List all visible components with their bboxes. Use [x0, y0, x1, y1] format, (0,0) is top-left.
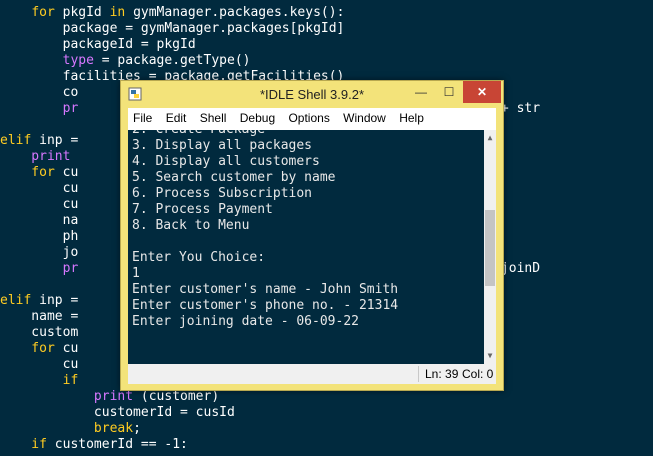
code-token: = package.getType() — [93, 53, 251, 68]
code-line: co — [0, 85, 79, 101]
menu-edit[interactable]: Edit — [161, 108, 192, 130]
console-line: 1 — [132, 266, 140, 281]
code-token: cu — [0, 181, 79, 196]
code-line: print — [0, 149, 70, 165]
idle-shell-window[interactable]: *IDLE Shell 3.9.2* — ☐ ✕ File Edit Shell… — [120, 80, 504, 391]
code-token: package = gymManager.packages[pkgId] — [0, 21, 345, 36]
code-token: ; — [133, 421, 141, 436]
code-line: type = package.getType() — [0, 53, 251, 69]
close-button[interactable]: ✕ — [463, 81, 501, 103]
menu-debug[interactable]: Debug — [235, 108, 280, 130]
code-token: cu — [54, 341, 79, 356]
code-line: for cu — [0, 165, 78, 181]
menu-file[interactable]: File — [128, 108, 157, 130]
code-line: ph — [0, 229, 79, 245]
code-token: elif — [0, 133, 32, 148]
code-line: for cu — [0, 341, 78, 357]
console-line: 7. Process Payment — [132, 202, 273, 217]
menu-shell[interactable]: Shell — [195, 108, 232, 130]
status-column-number: Col: 0 — [462, 367, 494, 381]
code-token: (customer) — [133, 389, 220, 404]
code-token: cu — [0, 197, 79, 212]
code-token: co — [0, 85, 79, 100]
code-token: packageId = pkgId — [0, 37, 196, 52]
menu-options[interactable]: Options — [283, 108, 334, 130]
code-token: for — [0, 341, 55, 356]
code-token: ph — [0, 229, 79, 244]
code-line: elif inp = — [0, 133, 78, 149]
console-line: 2. Create Package — [132, 130, 265, 138]
code-line: elif inp = — [0, 293, 78, 309]
code-line: if customerId == -1: — [0, 437, 188, 453]
code-token: name = — [0, 309, 79, 324]
code-token: type — [62, 53, 94, 68]
status-line-number: Ln: 39 — [425, 367, 459, 381]
code-token: print — [93, 389, 134, 404]
code-token: custom — [0, 325, 79, 340]
code-token: customerId = cusId — [0, 405, 235, 420]
code-line: custom — [0, 325, 78, 341]
console-line: Enter You Choice: — [132, 250, 266, 265]
scroll-down-arrow-icon[interactable]: ▼ — [484, 350, 496, 362]
status-bar: Ln: 39 Col: 0 — [128, 364, 496, 384]
code-line: package = gymManager.packages[pkgId] — [0, 21, 345, 37]
code-line: name = — [0, 309, 78, 325]
status-divider — [418, 366, 419, 382]
code-line: na — [0, 213, 79, 229]
console-line: 6. Process Subscription — [132, 186, 313, 201]
console-line: 3. Display all packages — [132, 138, 313, 153]
code-token: jo — [0, 245, 79, 260]
code-token: inp = — [31, 133, 79, 148]
console-line: Enter joining date - 06-09-22 — [132, 314, 359, 329]
code-line: cu — [0, 197, 79, 213]
console-line: Enter customer's name - John Smith — [132, 282, 399, 297]
code-token: gymManager.packages.keys(): — [125, 5, 345, 20]
code-line: if — [0, 373, 79, 389]
minimize-button[interactable]: — — [407, 81, 435, 103]
code-token: if — [0, 373, 79, 388]
code-token: elif — [0, 293, 32, 308]
shell-console[interactable]: 2. Create Package 3. Display all package… — [128, 130, 484, 364]
code-token: break — [0, 421, 134, 436]
code-token: customerId == -1: — [46, 437, 188, 452]
console-line: Enter customer's phone no. - 21314 — [132, 298, 399, 313]
code-token: cu — [54, 165, 79, 180]
code-token: for — [31, 5, 55, 20]
console-line: 4. Display all customers — [132, 154, 320, 169]
scroll-thumb[interactable] — [485, 210, 495, 286]
code-token: pkgId — [54, 5, 110, 20]
code-line: cu — [0, 357, 79, 373]
console-line: 5. Search customer by name — [132, 170, 336, 185]
code-token: inp = — [31, 293, 79, 308]
menu-bar: File Edit Shell Debug Options Window Hel… — [128, 108, 496, 131]
code-token: pr — [0, 261, 79, 276]
maximize-button[interactable]: ☐ — [435, 81, 463, 103]
code-token: na — [0, 213, 79, 228]
code-token: cu — [0, 357, 79, 372]
menu-window[interactable]: Window — [338, 108, 391, 130]
code-line: jo — [0, 245, 79, 261]
code-token: if — [0, 437, 47, 452]
code-line: packageId = pkgId — [0, 37, 196, 53]
code-token: pr — [0, 101, 79, 116]
code-line: print (customer) — [0, 389, 219, 405]
scroll-up-arrow-icon[interactable]: ▲ — [484, 132, 496, 144]
code-line: for pkgId in gymManager.packages.keys(): — [0, 5, 344, 21]
code-token: print — [0, 149, 71, 164]
code-line: customerId = cusId — [0, 405, 235, 421]
code-line: cu — [0, 181, 79, 197]
code-token: in — [109, 5, 126, 20]
menu-help[interactable]: Help — [394, 108, 429, 130]
code-token: for — [0, 165, 55, 180]
vertical-scrollbar[interactable]: ▲ ▼ — [484, 130, 496, 364]
code-line: break; — [0, 421, 141, 437]
console-line: 8. Back to Menu — [132, 218, 250, 233]
title-bar[interactable]: *IDLE Shell 3.9.2* — ☐ ✕ — [121, 81, 503, 108]
